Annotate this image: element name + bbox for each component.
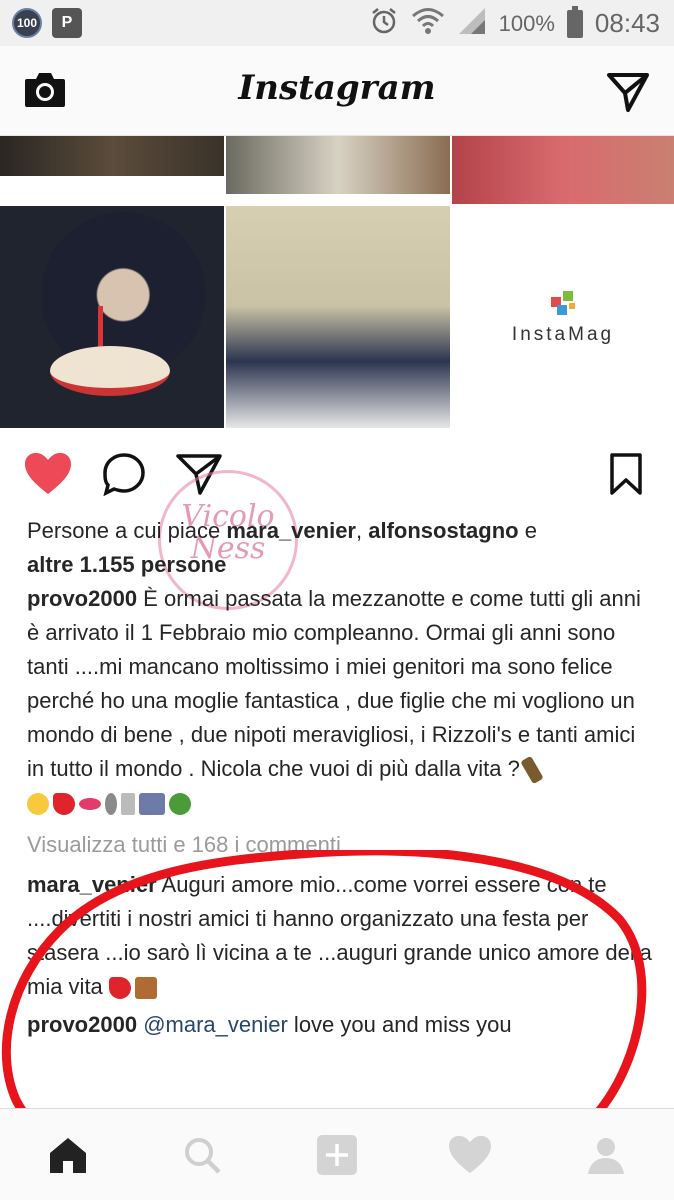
collage-photo <box>226 136 450 194</box>
comment-item: provo2000 @mara_venier love you and miss… <box>27 1008 657 1042</box>
alarm-icon <box>369 6 399 41</box>
add-icon[interactable] <box>313 1131 361 1179</box>
comment-mention-link[interactable]: @mara_venier <box>143 1012 288 1037</box>
caption: provo2000 È ormai passata la mezzanotte … <box>27 582 657 820</box>
comment-item: mara_venier Auguri amore mio...come vorr… <box>27 868 657 1004</box>
battery-icon <box>566 5 583 38</box>
champagne-icon <box>520 755 544 785</box>
collage-photo <box>452 136 674 204</box>
tv-emoji-icon <box>139 793 165 816</box>
palm-emoji-icon <box>169 793 191 816</box>
clock: 08:43 <box>594 8 660 38</box>
like-icon[interactable] <box>24 450 72 498</box>
activity-icon[interactable] <box>446 1131 494 1179</box>
instamag-logo-icon <box>551 291 575 315</box>
bottom-navigation <box>0 1108 674 1200</box>
post-actions <box>0 440 674 504</box>
signal-icon <box>457 6 487 41</box>
app-notification-icon: P <box>52 8 82 38</box>
app-logo-title: Instagram <box>238 68 436 108</box>
cake-emoji-icon <box>134 977 157 1000</box>
like-user-link[interactable]: mara_venier <box>226 518 356 543</box>
profile-icon[interactable] <box>582 1131 630 1179</box>
post-details: Persone a cui piace mara_venier, alfonso… <box>27 514 657 1042</box>
collage-photo-birthday-cake <box>0 206 224 428</box>
object-emoji-icon <box>121 793 135 816</box>
status-bar: 100 P 100% 08:43 <box>0 0 674 46</box>
instamag-watermark: InstaMag <box>452 206 674 428</box>
comment-username[interactable]: mara_venier <box>27 872 157 897</box>
comment-text: love you and miss you <box>287 1012 512 1037</box>
person-emoji-icon <box>105 793 117 816</box>
likes-separator: , <box>356 518 369 543</box>
likes-line: Persone a cui piace mara_venier, alfonso… <box>27 514 657 582</box>
likes-and: e <box>518 518 537 543</box>
battery-percent: 100% <box>498 10 555 36</box>
comment-username[interactable]: provo2000 <box>27 1012 137 1037</box>
direct-send-icon[interactable] <box>606 70 650 119</box>
app-header: Instagram <box>0 46 674 136</box>
likes-count-link[interactable]: altre 1.155 persone <box>27 552 226 577</box>
kiss-emoji-icon <box>79 798 101 811</box>
collage-photo-couple <box>226 206 450 428</box>
notification-badge: 100 <box>12 8 42 38</box>
wifi-icon <box>411 7 445 40</box>
heart-emoji-icon <box>108 977 131 1000</box>
home-icon[interactable] <box>44 1131 92 1179</box>
caption-username[interactable]: provo2000 <box>27 586 137 611</box>
save-icon[interactable] <box>602 450 650 498</box>
like-user-link[interactable]: alfonsostagno <box>368 518 518 543</box>
heart-emoji-icon <box>53 793 75 816</box>
post-image-collage[interactable]: InstaMag <box>0 136 674 428</box>
search-icon[interactable] <box>178 1131 226 1179</box>
cake <box>50 346 170 396</box>
view-all-comments-link[interactable]: Visualizza tutti e 168 i commenti <box>27 828 657 862</box>
caption-text: È ormai passata la mezzanotte e come tut… <box>27 586 641 781</box>
instamag-text: InstaMag <box>511 324 615 345</box>
likes-prefix: Persone a cui piace <box>27 518 227 543</box>
smile-emoji-icon <box>27 793 49 816</box>
comment-icon[interactable] <box>100 450 148 498</box>
collage-photo <box>0 136 224 176</box>
